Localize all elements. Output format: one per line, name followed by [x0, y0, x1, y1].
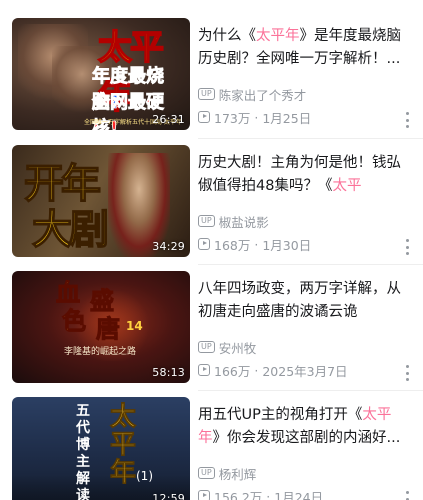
thumb-episode-number: (1) — [136, 469, 153, 483]
view-count: 156.2万 — [214, 489, 263, 500]
uploader-name[interactable]: 椒盐说影 — [219, 212, 269, 231]
divider — [198, 264, 423, 265]
up-badge-icon: UP — [198, 467, 215, 479]
video-card[interactable]: 血 色 盛 唐 14 李隆基的崛起之路 58:13 八年四场政变，两万字详解，从… — [0, 266, 423, 390]
more-options-icon[interactable] — [405, 239, 409, 255]
video-thumbnail[interactable]: 开年 大剧 34:29 — [12, 145, 190, 257]
stats-row: 168万 · 1月30日 — [198, 235, 398, 253]
video-title[interactable]: 为什么《太平年》是年度最烧脑历史剧？全网唯一万字解析！... — [198, 25, 403, 71]
uploader-row[interactable]: UP 杨利辉 — [198, 464, 398, 482]
thumb-side-text: 五代博主解读 — [76, 403, 90, 500]
thumb-caption-text: 李隆基的崛起之路 — [64, 347, 137, 357]
thumb-title-text: 大剧 — [31, 205, 110, 254]
video-title[interactable]: 用五代UP主的视角打开《太平年》你会发现这部剧的内涵好... — [198, 404, 403, 450]
play-count-icon — [198, 364, 210, 376]
video-title[interactable]: 历史大剧！主角为何是他！钱弘俶值得拍48集吗？《太平年》... — [198, 152, 403, 198]
video-title[interactable]: 八年四场政变，两万字详解，从初唐走向盛唐的波谲云诡 — [198, 278, 403, 324]
video-thumbnail[interactable]: 五代博主解读 太平年 (1) 12:59 — [12, 397, 190, 500]
more-options-icon[interactable] — [405, 365, 409, 381]
up-badge-icon: UP — [198, 215, 215, 227]
stats-row: 166万 · 2025年3月7日 — [198, 361, 398, 379]
uploader-row[interactable]: UP 椒盐说影 — [198, 212, 398, 230]
thumb-title-text: 色 — [62, 306, 87, 336]
publish-date: 1月24日 — [274, 489, 324, 500]
video-card[interactable]: 开年 大剧 34:29 历史大剧！主角为何是他！钱弘俶值得拍48集吗？《太平年》… — [0, 140, 423, 264]
publish-date: 2025年3月7日 — [262, 363, 348, 379]
video-result-list: 太平年 年度最烧脑? 全网最硬核! 全网唯一万字解析五代十国局 太平年 26:3… — [0, 0, 423, 500]
stats-row: 173万 · 1月25日 — [198, 108, 398, 126]
uploader-name[interactable]: 杨利辉 — [219, 464, 257, 483]
thumb-title-text: 唐 — [96, 314, 121, 344]
play-count-icon — [198, 111, 210, 123]
view-count: 166万 — [214, 363, 251, 379]
divider — [198, 390, 423, 391]
video-duration: 26:31 — [152, 113, 185, 126]
publish-date: 1月25日 — [262, 110, 312, 126]
more-options-icon[interactable] — [405, 491, 409, 500]
more-options-icon[interactable] — [405, 112, 409, 128]
video-duration: 12:59 — [152, 492, 185, 500]
uploader-row[interactable]: UP 陈家出了个秀才 — [198, 85, 398, 103]
play-count-icon — [198, 238, 210, 250]
publish-date: 1月30日 — [262, 237, 312, 253]
video-card[interactable]: 太平年 年度最烧脑? 全网最硬核! 全网唯一万字解析五代十国局 太平年 26:3… — [0, 13, 423, 137]
divider — [198, 138, 423, 139]
uploader-row[interactable]: UP 安州牧 — [198, 338, 398, 356]
video-card[interactable]: 五代博主解读 太平年 (1) 12:59 用五代UP主的视角打开《太平年》你会发… — [0, 392, 423, 500]
video-thumbnail[interactable]: 太平年 年度最烧脑? 全网最硬核! 全网唯一万字解析五代十国局 太平年 26:3… — [12, 18, 190, 130]
video-duration: 58:13 — [152, 366, 185, 379]
video-thumbnail[interactable]: 血 色 盛 唐 14 李隆基的崛起之路 58:13 — [12, 271, 190, 383]
video-duration: 34:29 — [152, 240, 185, 253]
up-badge-icon: UP — [198, 341, 215, 353]
up-badge-icon: UP — [198, 88, 215, 100]
stats-row: 156.2万 · 1月24日 — [198, 487, 398, 500]
play-count-icon — [198, 490, 210, 500]
thumb-episode-number: 14 — [126, 319, 143, 333]
view-count: 168万 — [214, 237, 251, 253]
uploader-name[interactable]: 安州牧 — [219, 338, 257, 357]
view-count: 173万 — [214, 110, 251, 126]
uploader-name[interactable]: 陈家出了个秀才 — [219, 85, 307, 104]
